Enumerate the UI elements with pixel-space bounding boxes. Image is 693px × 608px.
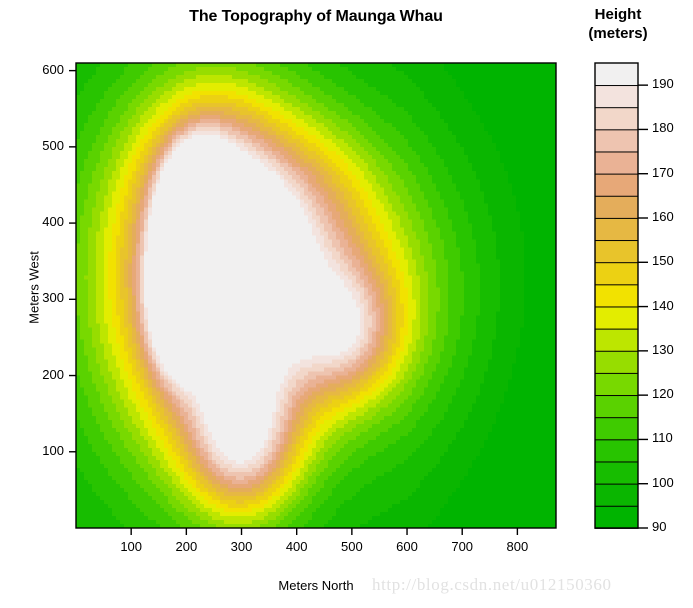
legend-band — [594, 84, 639, 109]
y-axis-tick-label: 500 — [42, 137, 64, 153]
x-axis-tick-label: 300 — [230, 539, 253, 554]
legend-colorbar — [594, 62, 648, 529]
legend-band — [594, 306, 639, 330]
legend-band — [594, 372, 639, 397]
contour-plot-canvas — [69, 62, 648, 535]
legend-band — [594, 62, 639, 87]
x-axis-tick-label: 600 — [396, 539, 418, 554]
legend-tick-label: 110 — [652, 430, 673, 446]
legend-band — [594, 394, 639, 419]
legend-band — [594, 261, 639, 286]
x-axis-tick-label: 700 — [451, 539, 474, 554]
legend-band — [594, 416, 639, 441]
legend-tick-label: 130 — [652, 341, 674, 357]
x-axis-tick-label: 200 — [175, 539, 198, 554]
legend-tick-label: 170 — [652, 164, 674, 180]
y-axis-tick-label: 100 — [42, 442, 64, 458]
legend-band — [594, 128, 639, 153]
legend-band — [594, 438, 639, 463]
legend-band — [594, 239, 639, 264]
legend-band — [594, 106, 639, 131]
legend-tick-label: 180 — [652, 120, 674, 136]
legend-tick-label: 150 — [652, 253, 674, 269]
x-axis-tick-label: 800 — [506, 539, 529, 554]
legend-tick-label: 90 — [652, 519, 667, 534]
y-axis-label: Meters West — [26, 251, 42, 324]
legend-band — [594, 283, 639, 308]
x-axis-tick-label: 500 — [341, 539, 363, 554]
legend-band — [594, 195, 639, 219]
y-axis-tick-label: 600 — [42, 61, 64, 77]
legend-tick-label: 190 — [652, 76, 674, 92]
legend-tick-label: 100 — [652, 474, 674, 490]
contour-fill-layer — [76, 63, 556, 528]
legend-band — [594, 350, 639, 374]
legend-band — [594, 483, 639, 507]
x-axis-tick-label: 400 — [285, 539, 308, 554]
legend-tick-label: 140 — [652, 297, 674, 313]
legend-band — [594, 217, 639, 242]
legend-band — [594, 151, 639, 175]
legend-tick-label: 160 — [652, 209, 674, 224]
x-axis-tick-label: 100 — [120, 539, 143, 554]
legend-tick-label: 120 — [652, 386, 674, 402]
legend-band — [594, 505, 639, 529]
watermark-text: http://blog.csdn.net/u012150360 — [372, 575, 612, 594]
legend-band — [594, 461, 639, 485]
contour-plot-page: The Topography of Maunga Whau Height (me… — [0, 0, 693, 608]
legend-band — [594, 173, 639, 197]
legend-band — [594, 328, 639, 352]
